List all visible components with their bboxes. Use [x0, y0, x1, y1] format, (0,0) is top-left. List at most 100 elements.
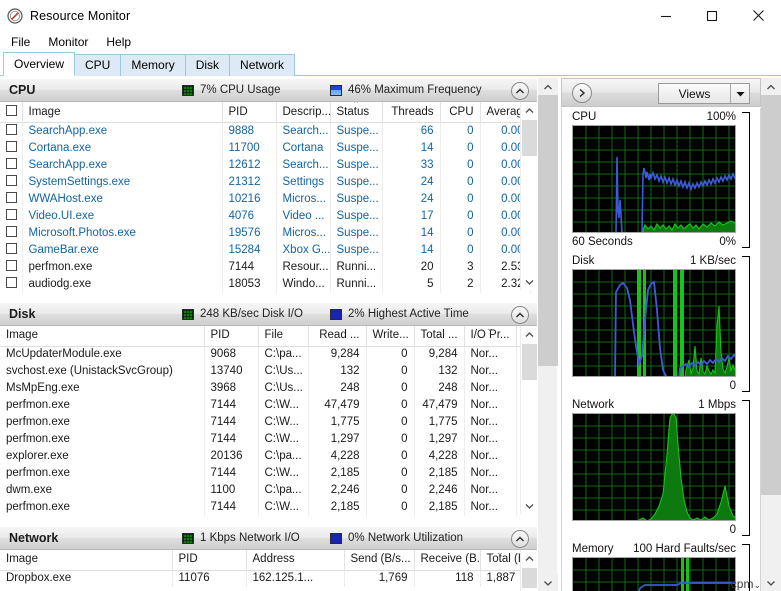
- row-checkbox-cell[interactable]: [0, 139, 23, 157]
- network-collapse-button[interactable]: [511, 530, 529, 548]
- table-row[interactable]: dwm.exe1100C:\pa...2,24602,246Nor...49: [0, 482, 537, 499]
- table-row[interactable]: McUpdaterModule.exe 9068 C:\pa... 9,284 0 9,2…: [0, 346, 537, 363]
- table-row[interactable]: perfmon.exe7144C:\W...1,77501,775Nor...6…: [0, 414, 537, 431]
- tab-network[interactable]: Network: [229, 54, 296, 76]
- network-col-receive[interactable]: Receive (B...: [414, 550, 481, 571]
- checkbox-icon[interactable]: [6, 175, 17, 186]
- table-row[interactable]: Cortana.exe 11700 Cortana Suspe... 14 0 0.00: [0, 139, 531, 157]
- table-row[interactable]: MsMpEng.exe3968C:\Us...2480248Nor...73: [0, 380, 537, 397]
- table-row[interactable]: Dropbox.exe 11076 162.125.1... 1,769 118 1,88…: [0, 570, 521, 587]
- checkbox-icon[interactable]: [6, 277, 17, 288]
- network-scroll-thumb[interactable]: [522, 568, 537, 588]
- checkbox-icon[interactable]: [6, 260, 17, 271]
- row-checkbox-cell[interactable]: [0, 241, 23, 259]
- network-scroll-up-button[interactable]: [521, 550, 537, 567]
- checkbox-icon[interactable]: [6, 124, 17, 136]
- cpu-scroll-up-button[interactable]: [521, 102, 537, 119]
- graph-scroll-thumb[interactable]: [761, 95, 781, 495]
- table-row[interactable]: explorer.exe 20136 C:\pa... 4,228 0 4,228 Nor.…: [0, 448, 537, 465]
- overview-scroll-up-button[interactable]: [538, 78, 558, 95]
- tab-memory[interactable]: Memory: [120, 54, 186, 76]
- disk-col-file[interactable]: File: [258, 326, 309, 347]
- network-col-address[interactable]: Address: [246, 550, 345, 571]
- table-row[interactable]: Microsoft.Photos.exe 19576 Micros... Suspe.…: [0, 224, 531, 242]
- network-table-scrollbar[interactable]: [520, 550, 537, 591]
- table-row[interactable]: SystemSettings.exe 21312 Settings Suspe... 2…: [0, 173, 531, 191]
- checkbox-icon[interactable]: [6, 158, 17, 169]
- disk-col-io-priority[interactable]: ⌄ I/O Pr...: [464, 326, 517, 347]
- cpu-col-description[interactable]: Descrip...: [276, 102, 331, 123]
- cpu-collapse-button[interactable]: [511, 82, 529, 100]
- row-checkbox-cell[interactable]: [0, 156, 23, 174]
- overview-scroll-thumb[interactable]: [538, 95, 558, 366]
- table-row[interactable]: perfmon.exe 7144 Resour... Runni... 20 3 2.53: [0, 258, 531, 276]
- cpu-table-scrollbar[interactable]: [520, 102, 537, 290]
- cpu-col-threads[interactable]: Threads: [382, 102, 441, 123]
- row-checkbox-cell[interactable]: [0, 122, 23, 140]
- checkbox-icon[interactable]: [6, 209, 17, 220]
- cpu-scroll-down-button[interactable]: [521, 273, 537, 290]
- disk-col-image[interactable]: Image: [0, 326, 205, 347]
- network-col-pid[interactable]: PID: [172, 550, 247, 571]
- row-checkbox-cell[interactable]: [0, 258, 23, 276]
- disk-table-scrollbar[interactable]: [520, 326, 537, 514]
- checkbox-icon[interactable]: [6, 243, 17, 254]
- table-row[interactable]: GameBar.exe 15284 Xbox G... Suspe... 14 0 0.00: [0, 241, 531, 259]
- table-row[interactable]: perfmon.exe7144C:\W...2,18502,185Nor...5…: [0, 465, 537, 482]
- disk-col-read[interactable]: Read ...: [308, 326, 367, 347]
- graph-column-scrollbar[interactable]: [761, 78, 781, 591]
- network-col-send[interactable]: Send (B/s...: [344, 550, 415, 571]
- table-row[interactable]: audiodg.exe 18053 Windo... Runni... 5 2 2.32: [0, 275, 531, 293]
- views-dropdown[interactable]: Views: [658, 83, 750, 104]
- overview-scrollbar[interactable]: [537, 78, 558, 591]
- table-row[interactable]: perfmon.exe 7144 C:\W... 47,479 0 47,479 Nor..…: [0, 397, 537, 414]
- menu-help[interactable]: Help: [97, 33, 140, 51]
- disk-col-total[interactable]: Total ...: [414, 326, 465, 347]
- row-checkbox-cell[interactable]: [0, 173, 23, 191]
- table-row[interactable]: SearchApp.exe 9888 Search... Suspe... 66 0 0.0…: [0, 122, 531, 140]
- graph-scroll-up-button[interactable]: [761, 78, 781, 95]
- menu-file[interactable]: File: [2, 33, 39, 51]
- checkbox-icon[interactable]: [6, 226, 17, 237]
- maximize-button[interactable]: [689, 0, 735, 31]
- disk-scroll-down-button[interactable]: [521, 497, 537, 514]
- network-col-image[interactable]: Image: [0, 550, 173, 571]
- disk-scroll-up-button[interactable]: [521, 326, 537, 343]
- cpu-select-all-header[interactable]: [0, 102, 23, 123]
- close-button[interactable]: [735, 0, 781, 31]
- tab-overview[interactable]: Overview: [3, 52, 76, 76]
- table-row[interactable]: SearchApp.exe 12612 Search... Suspe... 33 0 0.…: [0, 156, 531, 174]
- cpu-col-pid[interactable]: PID: [222, 102, 277, 123]
- disk-col-write[interactable]: Write...: [366, 326, 415, 347]
- network-panel-header[interactable]: Network 1 Kbps Network I/O 0% Network Ut…: [0, 526, 537, 550]
- row-checkbox-cell[interactable]: [0, 275, 23, 293]
- disk-collapse-button[interactable]: [511, 306, 529, 324]
- disk-panel-header[interactable]: Disk 248 KB/sec Disk I/O 2% Highest Acti…: [0, 302, 537, 326]
- disk-scroll-thumb[interactable]: [522, 344, 537, 380]
- overview-scroll-down-button[interactable]: [538, 574, 558, 591]
- network-col-total[interactable]: ⌄Total (B/sec): [480, 550, 521, 571]
- cpu-col-image[interactable]: Image: [22, 102, 223, 123]
- cpu-panel-header[interactable]: CPU 7% CPU Usage 46% Maximum Frequency: [0, 78, 537, 102]
- checkbox-icon[interactable]: [6, 192, 17, 203]
- checkbox-icon[interactable]: [6, 141, 17, 152]
- table-row[interactable]: perfmon.exe7144C:\W...2,18502,185Nor...4…: [0, 499, 537, 516]
- cpu-scroll-thumb[interactable]: [522, 120, 537, 156]
- table-row[interactable]: perfmon.exe7144C:\W...1,29701,297Nor...6…: [0, 431, 537, 448]
- table-row[interactable]: svchost.exe (UnistackSvcGroup) 13740 C:\Us…: [0, 363, 537, 380]
- chevron-down-icon[interactable]: [730, 84, 749, 103]
- row-checkbox-cell[interactable]: [0, 190, 23, 208]
- minimize-button[interactable]: [643, 0, 689, 31]
- table-row[interactable]: Video.UI.exe 4076 Video ... Suspe... 17 0 0.00: [0, 207, 531, 225]
- checkbox-icon[interactable]: [6, 105, 17, 116]
- cpu-col-status[interactable]: ⌃ Status: [330, 102, 383, 123]
- table-row[interactable]: WWAHost.exe 10216 Micros... Suspe... 24 0 0.00: [0, 190, 531, 208]
- expand-graphs-button[interactable]: [572, 82, 592, 103]
- cpu-col-cpu[interactable]: CPU: [440, 102, 481, 123]
- tab-disk[interactable]: Disk: [184, 54, 231, 76]
- disk-col-pid[interactable]: PID: [204, 326, 259, 347]
- tab-cpu[interactable]: CPU: [74, 54, 122, 76]
- row-checkbox-cell[interactable]: [0, 207, 23, 225]
- graph-scroll-down-button[interactable]: [761, 574, 781, 591]
- row-checkbox-cell[interactable]: [0, 224, 23, 242]
